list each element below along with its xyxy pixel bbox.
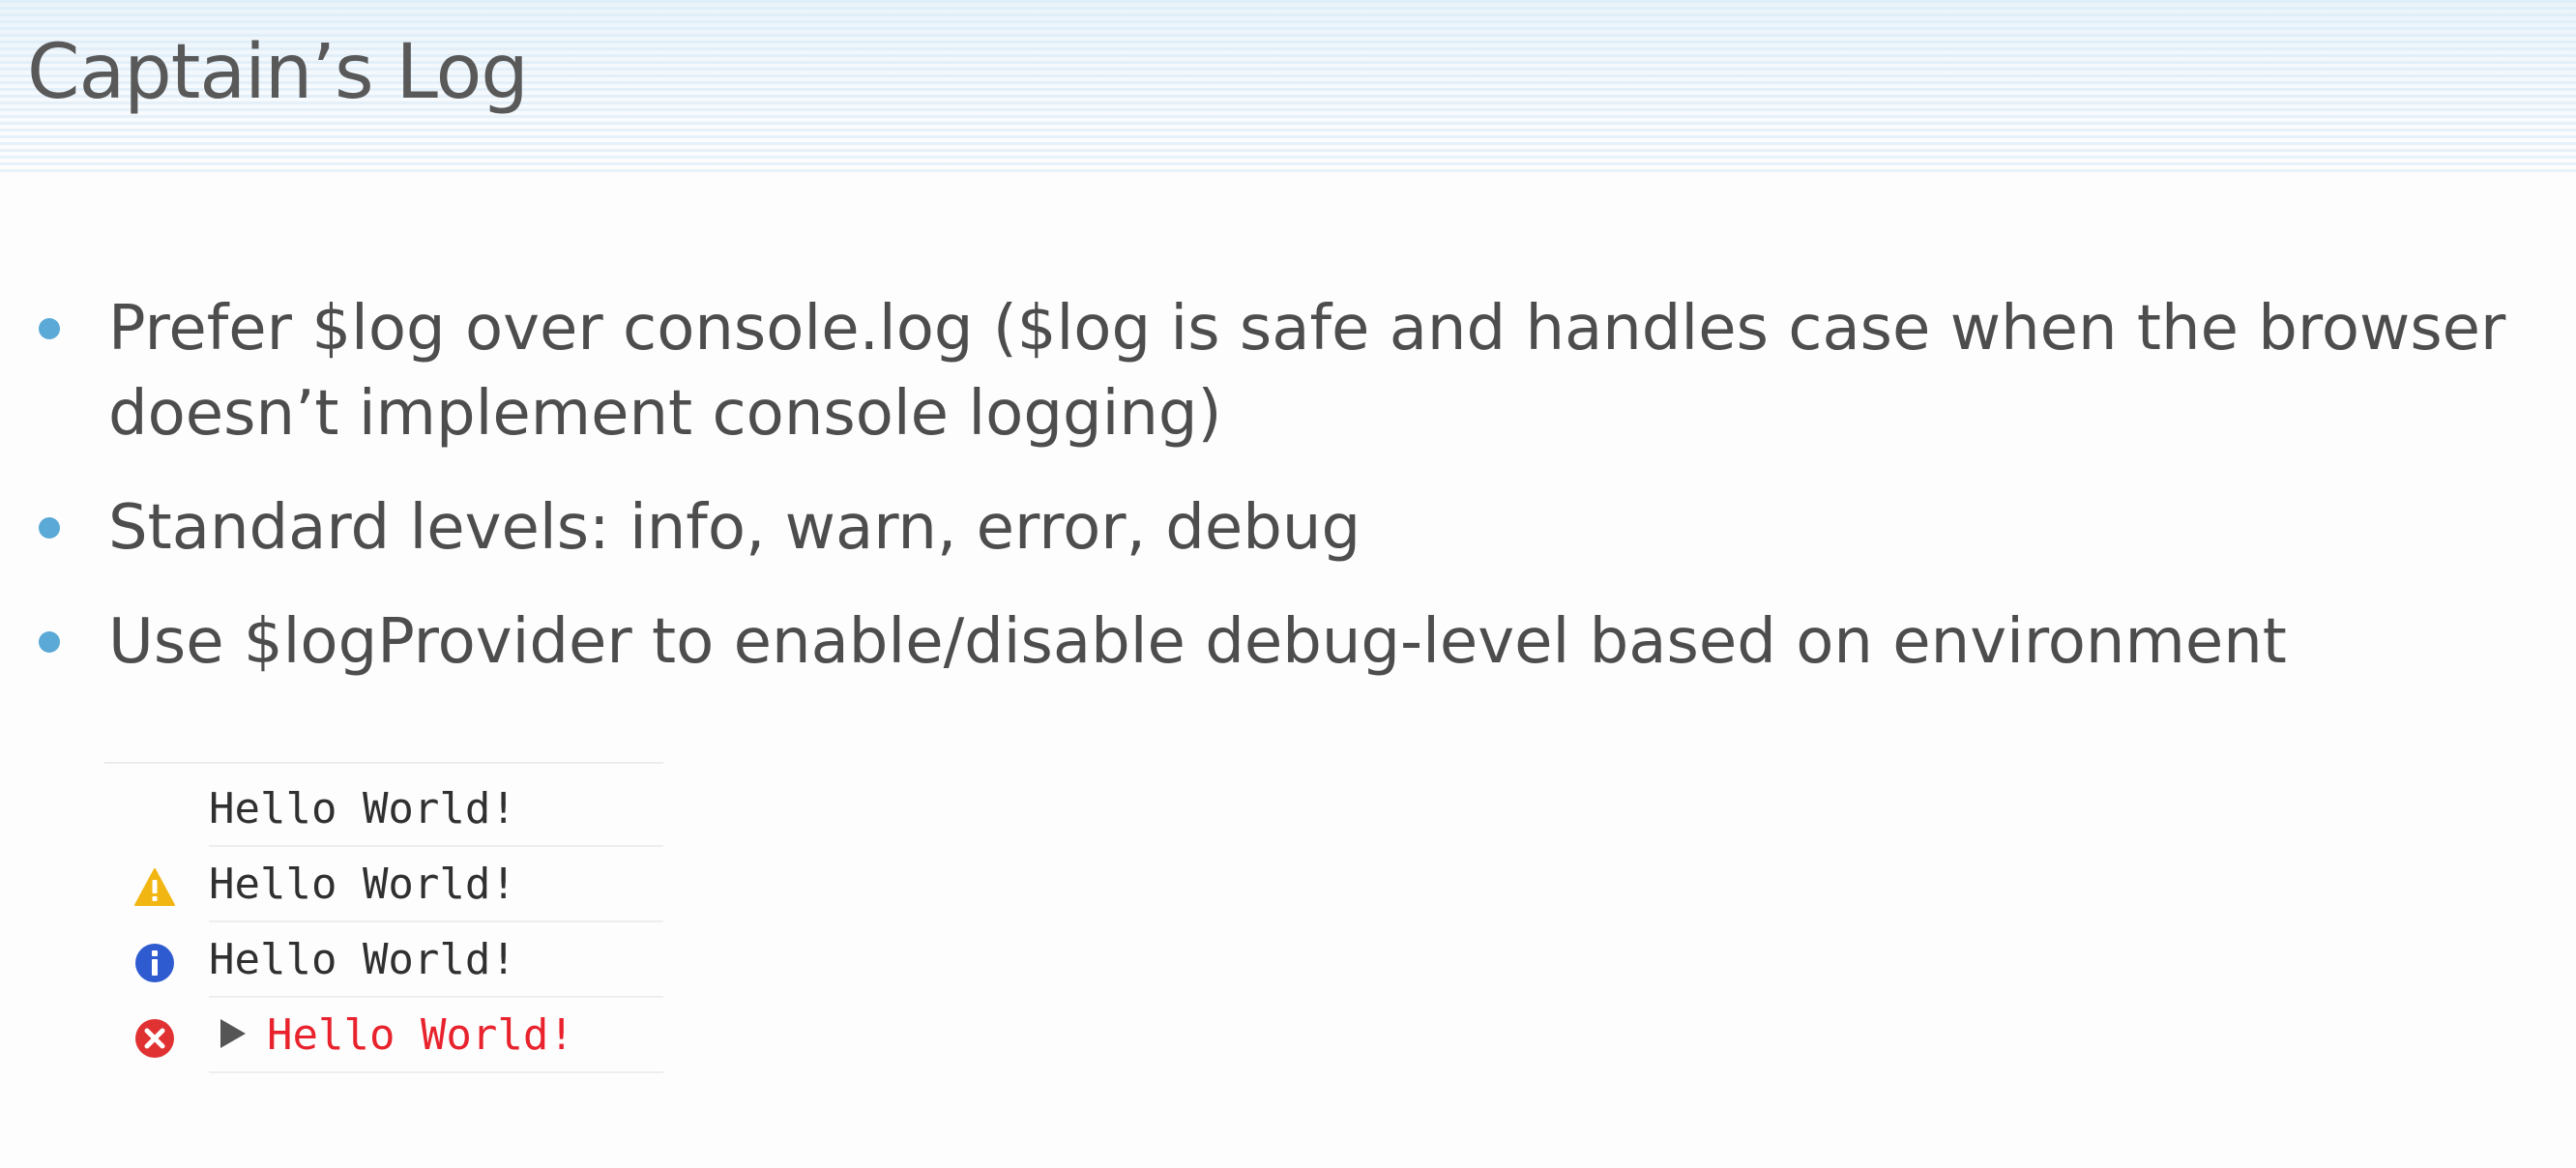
bullet-item: Use $logProvider to enable/disable debug… <box>35 599 2510 685</box>
expand-arrow-icon[interactable] <box>220 1019 246 1048</box>
bullet-text: Prefer $log over console.log ($log is sa… <box>108 293 2506 450</box>
bullet-dot-icon <box>39 517 60 539</box>
info-icon <box>135 944 174 982</box>
warning-icon <box>134 868 175 906</box>
console-row-info: Hello World! <box>104 922 663 998</box>
bullet-text: Standard levels: info, warn, error, debu… <box>108 492 1361 564</box>
console-message: Hello World! <box>267 1010 574 1060</box>
bullet-item: Standard levels: info, warn, error, debu… <box>35 485 2510 570</box>
console-row-log: Hello World! <box>104 772 663 847</box>
bullet-text: Use $logProvider to enable/disable debug… <box>108 606 2287 678</box>
console-message: Hello World! <box>209 935 516 984</box>
console-output-panel: Hello World! Hello World! Hello World! H… <box>104 762 663 1073</box>
bullet-item: Prefer $log over console.log ($log is sa… <box>35 286 2510 456</box>
console-row-error: Hello World! <box>104 998 663 1073</box>
error-icon <box>135 1019 174 1058</box>
console-row-warn: Hello World! <box>104 847 663 922</box>
bullet-dot-icon <box>39 318 60 339</box>
console-message: Hello World! <box>209 784 516 833</box>
console-divider <box>104 762 663 764</box>
bullet-dot-icon <box>39 631 60 653</box>
console-message: Hello World! <box>209 860 516 909</box>
bullet-list: Prefer $log over console.log ($log is sa… <box>35 286 2510 714</box>
slide-title: Captain’s Log <box>27 29 529 116</box>
console-divider <box>209 1071 663 1073</box>
